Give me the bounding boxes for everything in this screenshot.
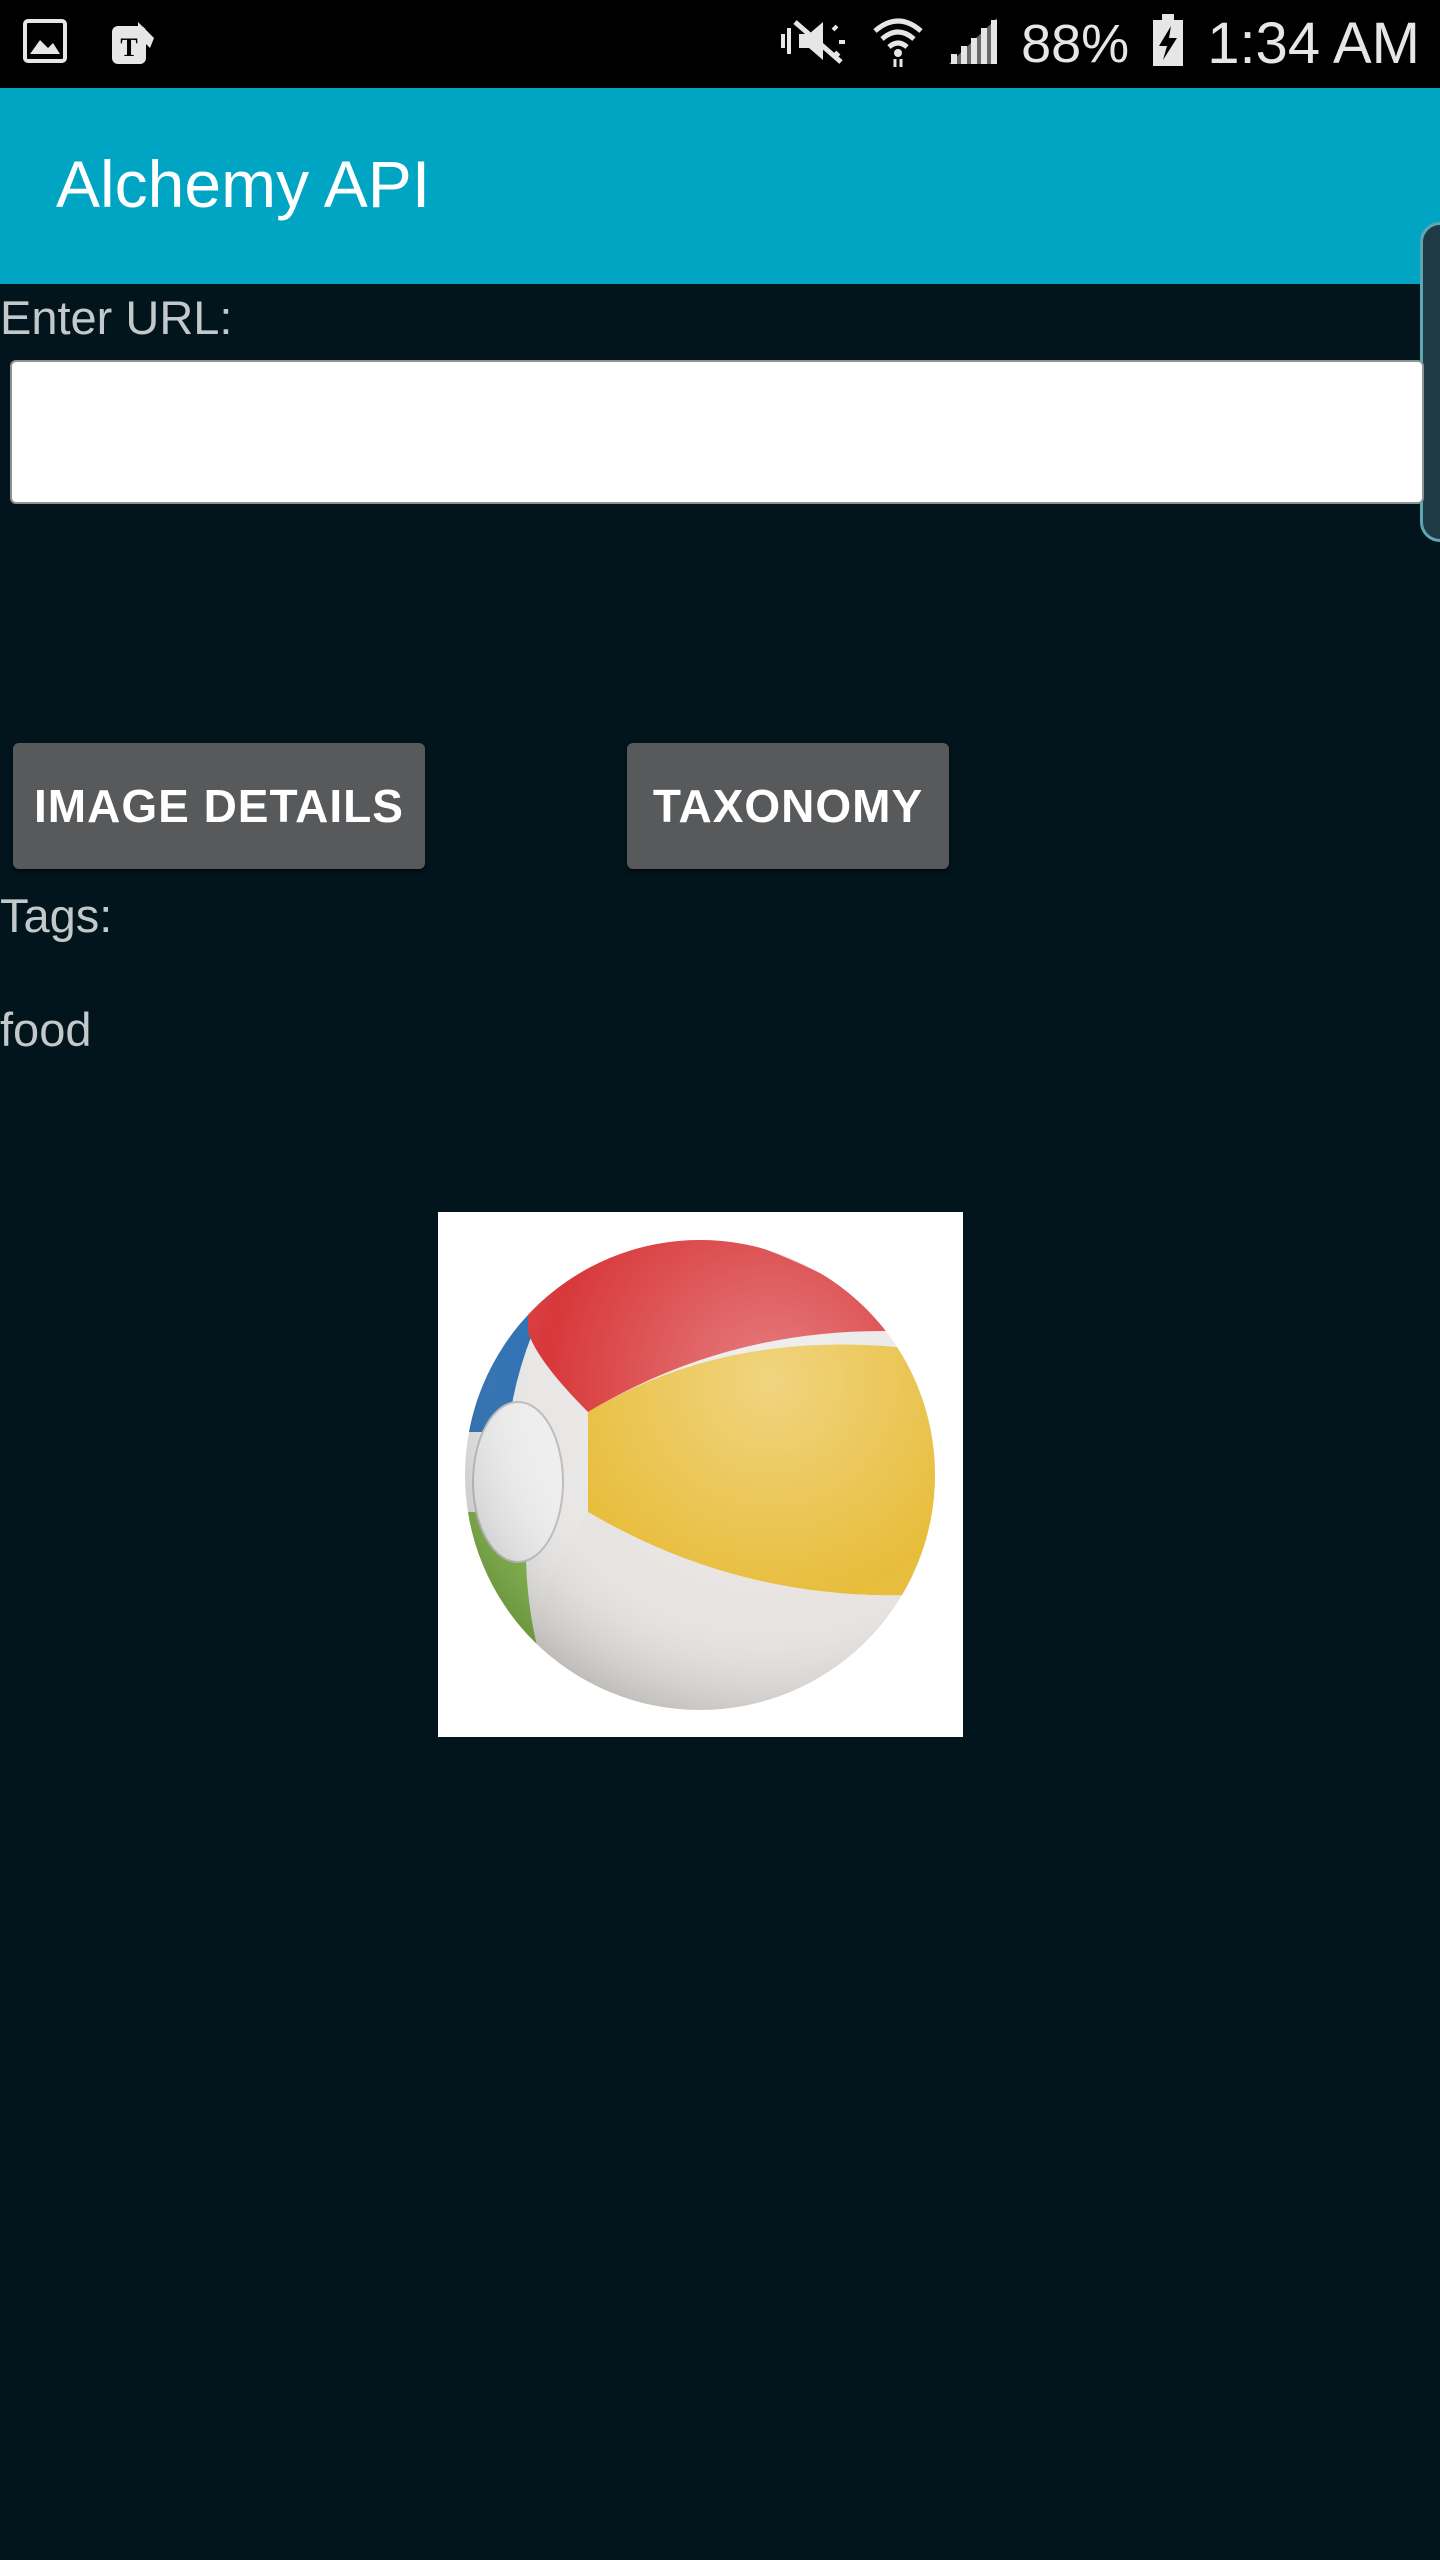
tag-value: food: [0, 1003, 92, 1056]
image-details-button[interactable]: IMAGE DETAILS: [13, 743, 425, 869]
battery-percent: 88%: [1021, 13, 1130, 74]
beach-ball-image: [465, 1240, 935, 1710]
gallery-icon: [22, 18, 68, 75]
wifi-icon: [871, 13, 925, 74]
app-bar: Alchemy API: [0, 88, 1440, 284]
app-title: Alchemy API: [56, 147, 431, 221]
url-input[interactable]: [10, 360, 1424, 504]
status-bar: T 88% 1:34 AM: [0, 0, 1440, 88]
result-image: [438, 1212, 963, 1737]
tags-label: Tags:: [0, 889, 113, 942]
tmobile-icon: T: [108, 18, 158, 75]
taxonomy-button[interactable]: TAXONOMY: [627, 743, 949, 869]
clock: 1:34 AM: [1207, 11, 1420, 76]
battery-icon: [1151, 14, 1185, 73]
svg-text:T: T: [120, 33, 137, 62]
signal-icon: [947, 16, 999, 71]
mute-icon: [779, 16, 849, 71]
url-label: Enter URL:: [0, 291, 233, 344]
